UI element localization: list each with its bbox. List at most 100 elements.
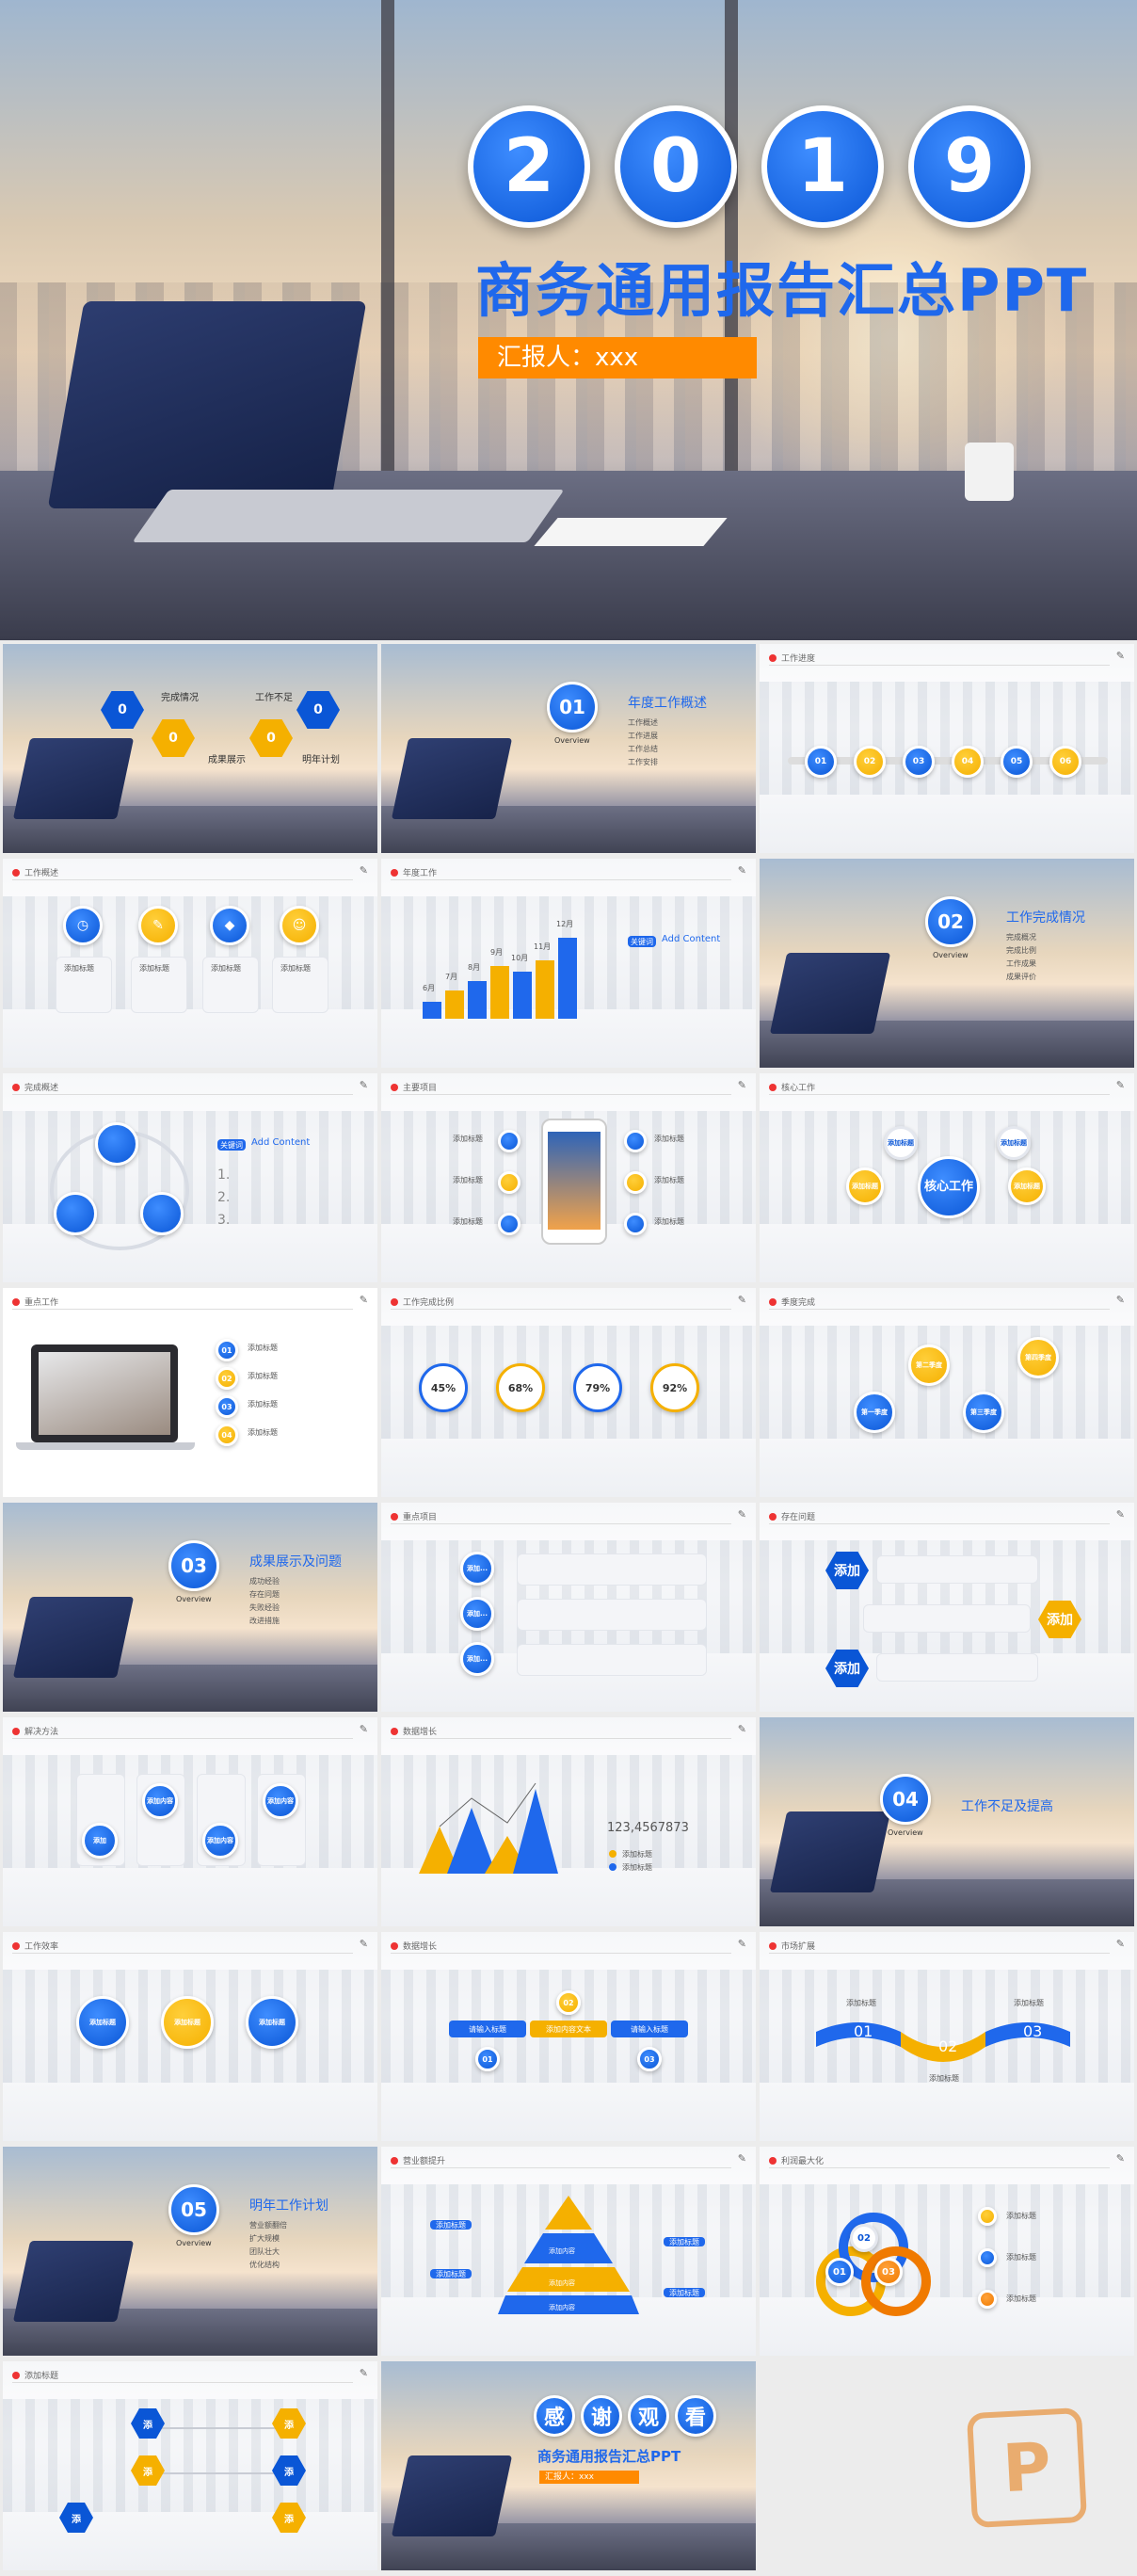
title-bar: 请输入标题 (449, 2021, 526, 2037)
slide-thumbnail-4[interactable]: 工作进度 ✎ 01 02 03 04 05 06 (760, 644, 1134, 853)
timeline-node: 01 (805, 746, 837, 778)
laptop-icon (391, 2455, 513, 2536)
list-number: 03 (216, 1395, 238, 1418)
phone-screen (548, 1132, 601, 1230)
slide-thumbnail-2[interactable]: 0 0 0 0 完成情况 工作不足 明年计划 成果展示 (3, 644, 377, 853)
step-number: 1. (217, 1167, 231, 1183)
label: 添加标题 (1014, 1999, 1044, 2007)
pen-icon: ✎ (1115, 2152, 1125, 2165)
thanks-reporter: 汇报人：xxx (539, 2471, 639, 2484)
label: 工作不足 (255, 693, 293, 703)
divider (769, 1309, 1110, 1310)
section-number: 04 (880, 1774, 931, 1825)
step-number: 03 (637, 2047, 662, 2071)
cover-slide[interactable]: 2 0 1 9 商务通用报告汇总PPT 汇报人：xxx (0, 0, 1137, 640)
bar-label: 9月 (490, 948, 504, 957)
slide-thumbnail-12[interactable]: 工作完成比例 ✎ 45% 68% 79% 92% (381, 1288, 756, 1497)
slide-thumbnail-13[interactable]: 季度完成 ✎ 第一季度 第二季度 第三季度 第四季度 (760, 1288, 1134, 1497)
percent-ring: 92% (650, 1363, 699, 1412)
bar (423, 1002, 441, 1019)
label: 添加标题 (453, 1217, 483, 1226)
card: 添加标题 (272, 957, 328, 1013)
ring-number: 01 (825, 2258, 854, 2286)
laptop-icon (12, 738, 135, 819)
text-box (517, 1554, 707, 1586)
slide-thumbnail-7[interactable]: 02 Overview 工作完成情况 完成概况 完成比例 工作成果 成果评价 (760, 859, 1134, 1068)
slide-thumbnail-22[interactable]: 市场扩展 ✎ 01 02 03 添加标题 添加标题 添加标题 (760, 1932, 1134, 2141)
slide-thumbnail-27[interactable]: 感 谢 观 看 商务通用报告汇总PPT 汇报人：xxx (381, 2361, 756, 2570)
peak-chart (419, 1782, 558, 1874)
divider (12, 1094, 353, 1095)
slide-thumbnail-6[interactable]: 年度工作 ✎ 6月 7月 8月 9月 10月 11月 12月 关键词 Add Co… (381, 859, 756, 1068)
label: 添加标题 (248, 1400, 278, 1409)
list-item: 工作概述 (628, 718, 658, 727)
title-bar: 添加内容文本 (530, 2021, 607, 2037)
label: 添加标题 (248, 1372, 278, 1380)
thanks-title: 商务通用报告汇总PPT (537, 2448, 681, 2465)
slide-thumbnail-10[interactable]: 核心工作 ✎ 核心工作 添加标题 添加标题 添加标题 添加标题 (760, 1073, 1134, 1282)
slide-thumbnail-11[interactable]: 重点工作 ✎ 01 02 03 04 添加标题 添加标题 添加标题 添加标题 (3, 1288, 377, 1497)
timeline-node: 04 (952, 746, 984, 778)
slide-header: 营业额提升 (391, 2154, 445, 2166)
quarter-node: 第二季度 (908, 1344, 950, 1386)
slide-thumbnail-26[interactable]: 添加标题 ✎ 添 添 添 添 添 添 (3, 2361, 377, 2570)
slide-thumbnail-23[interactable]: 05 Overview 明年工作计划 营业额翻倍 扩大规模 团队壮大 优化结构 (3, 2147, 377, 2356)
slide-thumbnail-14[interactable]: 03 Overview 成果展示及问题 成功经验 存在问题 失败经验 改进措施 (3, 1503, 377, 1712)
divider (391, 1738, 731, 1739)
slide-header: 市场扩展 (769, 1940, 815, 1952)
slide-thumbnail-24[interactable]: 营业额提升 ✎ 添加内容 添加内容 添加内容 添加标题 添加标题 添加标题 添加标… (381, 2147, 756, 2356)
slide-thumbnail-15[interactable]: 重点项目 ✎ 添加... 添加... 添加... (381, 1503, 756, 1712)
label: 添加标题 (1006, 2253, 1036, 2262)
divider (769, 665, 1110, 666)
card: 添加标题 (202, 957, 259, 1013)
slide-header: 工作概述 (12, 866, 58, 878)
laptop-icon (47, 301, 367, 508)
list-item: 工作成果 (1006, 959, 1036, 968)
list-item: 营业额翻倍 (249, 2221, 287, 2230)
list-item: 完成概况 (1006, 933, 1036, 942)
slide-thumbnail-25[interactable]: 利润最大化 ✎ 01 02 03 添加标题 添加标题 添加标题 (760, 2147, 1134, 2356)
percent-ring: 79% (573, 1363, 622, 1412)
step-number: 02 (938, 2037, 958, 2055)
slide-thumbnail-21[interactable]: 数据增长 ✎ 请输入标题 添加内容文本 请输入标题 01 02 03 (381, 1932, 756, 2141)
pen-icon: ✎ (1115, 1079, 1125, 1091)
card-title: 添加标题 (211, 964, 241, 973)
card-title: 添加标题 (280, 964, 311, 973)
window-frame (381, 0, 394, 490)
watermark-logo: P (966, 2407, 1088, 2529)
slide-thumbnail-8[interactable]: 完成概述 ✎ 关键词 Add Content 1. 2. 3. (3, 1073, 377, 1282)
slide-thumbnail-17[interactable]: 解决方法 ✎ 添加 添加内容 添加内容 添加内容 (3, 1717, 377, 1926)
slide-thumbnail-19[interactable]: 04 Overview 工作不足及提高 (760, 1717, 1134, 1926)
label: 添加标题 (248, 1428, 278, 1437)
laptop-icon (769, 1811, 891, 1892)
quarter-node: 第四季度 (1017, 1337, 1059, 1378)
divider (12, 1309, 353, 1310)
slide-thumbnail-18[interactable]: 数据增长 ✎ 123,4567873 添加标题 添加标题 (381, 1717, 756, 1926)
satellite-node: 添加标题 (884, 1126, 918, 1160)
pen-icon: ✎ (359, 1294, 368, 1306)
slide-thumbnail-16[interactable]: 存在问题 ✎ 添加 添加 添加 (760, 1503, 1134, 1712)
label: 完成情况 (161, 693, 199, 703)
section-number: 03 (168, 1540, 219, 1591)
thanks-char: 看 (675, 2395, 716, 2437)
slide-thumbnail-20[interactable]: 工作效率 ✎ 添加标题 添加标题 添加标题 (3, 1932, 377, 2141)
card: 添加标题 (56, 957, 112, 1013)
shield-icon: ◆ (210, 906, 249, 945)
tag: 添加标题 (430, 2220, 472, 2230)
level-label: 添加内容 (549, 2279, 575, 2287)
list-item: 工作安排 (628, 758, 658, 766)
quarter-node: 第三季度 (963, 1392, 1004, 1433)
divider (769, 1094, 1110, 1095)
pen-icon: ✎ (359, 864, 368, 877)
pen-icon: ✎ (359, 1938, 368, 1950)
item-node: 添加... (460, 1552, 494, 1586)
thanks-char: 感 (534, 2395, 575, 2437)
legend-item: 添加标题 (622, 1863, 652, 1872)
bar-label: 8月 (468, 963, 481, 972)
slide-thumbnail-3[interactable]: 01 Overview 年度工作概述 工作概述 工作进展 工作总结 工作安排 (381, 644, 756, 853)
core-node: 核心工作 (918, 1156, 980, 1218)
timeline-node: 06 (1049, 746, 1081, 778)
slide-thumbnail-5[interactable]: 工作概述 ✎ ◷ ✎ ◆ ☺ 添加标题 添加标题 添加标题 添加标题 (3, 859, 377, 1068)
slide-thumbnail-9[interactable]: 主要项目 ✎ 添加标题 添加标题 添加标题 添加标题 添加标题 添加标题 (381, 1073, 756, 1282)
efficiency-node: 添加标题 (246, 1996, 298, 2049)
